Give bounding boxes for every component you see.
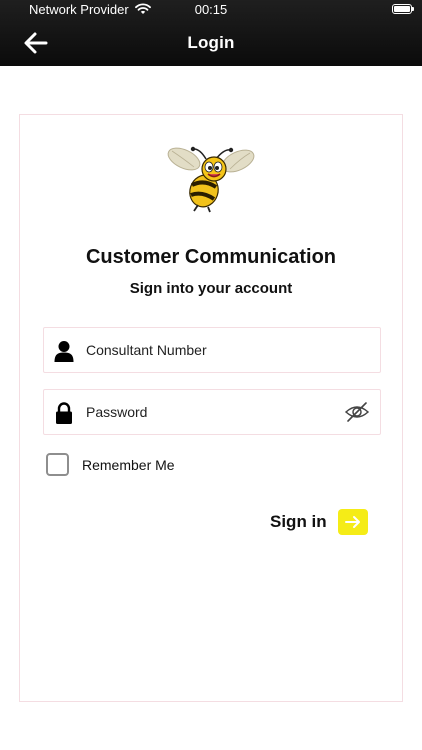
login-card: Customer Communication Sign into your ac… bbox=[19, 114, 403, 702]
status-time: 00:15 bbox=[194, 2, 228, 17]
login-screen: Network Provider 00:15 Login Customer Co… bbox=[0, 0, 422, 750]
sign-in-label: Sign in bbox=[270, 512, 327, 531]
bee-mascot-logo bbox=[167, 146, 255, 213]
app-header: Network Provider 00:15 Login bbox=[0, 0, 422, 66]
status-bar: Network Provider 00:15 bbox=[0, 0, 422, 20]
sign-in-button[interactable]: Sign in bbox=[270, 507, 370, 537]
consultant-number-input[interactable] bbox=[86, 328, 336, 372]
password-field bbox=[43, 389, 381, 435]
arrow-right-icon bbox=[345, 516, 360, 528]
sign-in-arrow-box[interactable] bbox=[338, 509, 368, 535]
remember-me-checkbox[interactable] bbox=[46, 453, 69, 476]
eye-slash-icon bbox=[344, 402, 370, 422]
consultant-number-field bbox=[43, 327, 381, 373]
lock-icon bbox=[56, 402, 72, 424]
sign-in-subtitle: Sign into your account bbox=[129, 280, 293, 297]
battery-icon bbox=[392, 4, 414, 14]
user-icon bbox=[54, 341, 74, 362]
remember-me-label: Remember Me bbox=[82, 457, 175, 473]
password-input[interactable] bbox=[86, 390, 336, 434]
page-title: Login bbox=[187, 33, 235, 52]
password-visibility-toggle[interactable] bbox=[344, 401, 370, 423]
app-title: Customer Communication bbox=[85, 246, 337, 268]
